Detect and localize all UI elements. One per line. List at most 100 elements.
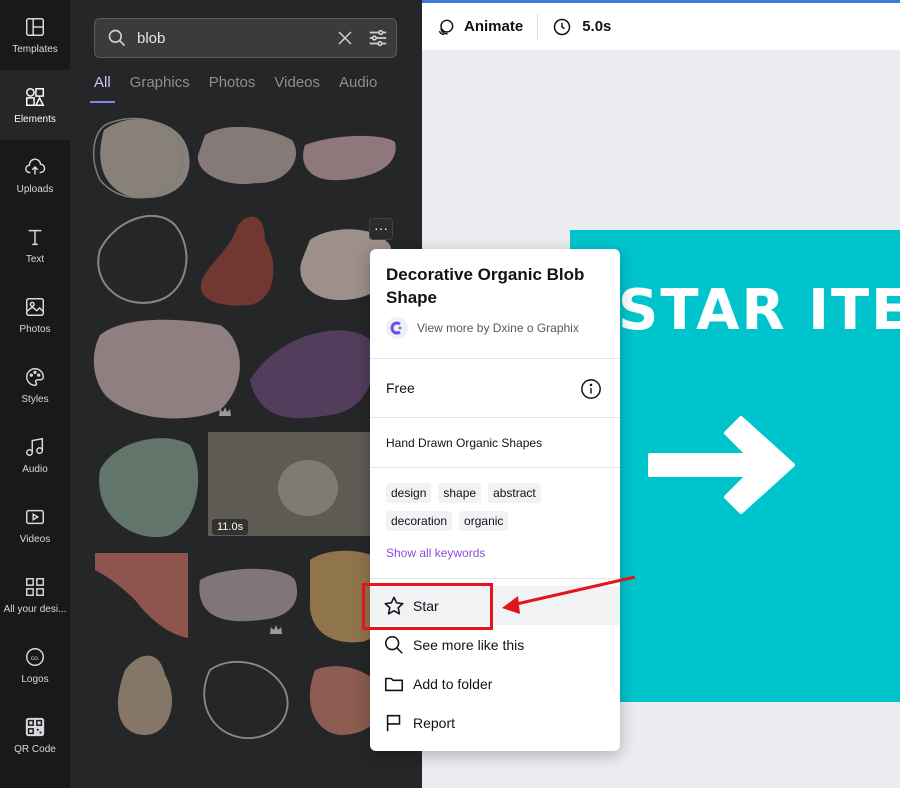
text-icon [28, 229, 42, 245]
blob-item[interactable] [95, 553, 188, 638]
blob-item[interactable] [250, 330, 374, 419]
uploads-icon [25, 157, 46, 174]
qr-code-icon [25, 717, 45, 736]
styles-icon [26, 367, 44, 386]
avatar [386, 317, 408, 339]
menu-item-see-more[interactable]: See more like this [370, 625, 620, 664]
rail-item-text[interactable]: Text [0, 210, 70, 280]
rail-item-elements[interactable]: Elements [0, 70, 70, 140]
rail-label: Uploads [16, 183, 54, 195]
rail-item-audio[interactable]: Audio [0, 420, 70, 490]
menu-item-label: Report [413, 714, 456, 731]
element-title: Decorative Organic Blob Shape [386, 265, 585, 307]
author-link[interactable]: View more by Dxine o Graphix [386, 317, 579, 339]
rail-item-templates[interactable]: Templates [0, 0, 70, 70]
tab-graphics[interactable]: Graphics [130, 74, 190, 103]
rail-label: Photos [19, 323, 51, 335]
rail-item-qr-code[interactable]: QR Code [0, 700, 70, 770]
license-label: Free [386, 380, 415, 396]
creator-logo-icon [390, 321, 402, 335]
divider [370, 417, 620, 418]
keyword-tag[interactable]: design [386, 483, 432, 503]
rail-item-photos[interactable]: Photos [0, 280, 70, 350]
audio-icon [26, 437, 44, 456]
blob-item[interactable] [203, 661, 289, 739]
rail-label: Videos [19, 533, 51, 545]
blob-item[interactable] [93, 319, 240, 419]
clock-icon [553, 18, 571, 35]
rail-item-all-designs[interactable]: All your desi... [0, 560, 70, 630]
search-icon [108, 29, 126, 47]
tab-videos[interactable]: Videos [274, 74, 320, 103]
filter-icon[interactable] [367, 27, 389, 49]
rail-label: Styles [21, 393, 49, 405]
logos-icon: co. [26, 647, 44, 666]
rail-item-videos[interactable]: Videos [0, 490, 70, 560]
rail-item-uploads[interactable]: Uploads [0, 140, 70, 210]
svg-text:co.: co. [31, 654, 40, 661]
info-icon[interactable] [580, 378, 602, 400]
elements-icon [26, 87, 45, 106]
keyword-tag[interactable]: organic [459, 511, 509, 531]
keyword-tag[interactable]: abstract [488, 483, 541, 503]
rail-label: Elements [14, 113, 56, 125]
search-box [94, 18, 397, 58]
tab-all[interactable]: All [90, 74, 115, 103]
tab-audio[interactable]: Audio [339, 74, 377, 103]
highlight-box [362, 583, 493, 630]
premium-crown-icon [219, 407, 231, 416]
all-designs-icon [26, 577, 44, 596]
arrow-right-graphic[interactable] [648, 415, 798, 515]
rail-label: Text [25, 253, 45, 265]
toolbar-divider [537, 13, 539, 40]
rail-item-logos[interactable]: co. Logos [0, 630, 70, 700]
duration-button[interactable]: 5.0s [552, 17, 611, 37]
animate-icon [438, 19, 454, 35]
keyword-tag[interactable]: shape [438, 483, 482, 503]
rail-label: All your desi... [3, 603, 67, 615]
video-duration-badge: 11.0s [212, 519, 249, 535]
blob-item[interactable] [99, 438, 199, 538]
blob-item[interactable] [200, 216, 274, 306]
search-input[interactable] [137, 27, 317, 49]
rail-label: QR Code [14, 743, 56, 755]
rail-item-styles[interactable]: Styles [0, 350, 70, 420]
divider [370, 358, 620, 359]
design-title-text[interactable]: STAR ITE [618, 278, 900, 343]
annotation-arrow [502, 575, 636, 614]
blob-item[interactable] [117, 655, 173, 735]
keyword-tag[interactable]: decoration [386, 511, 453, 531]
blob-item[interactable] [197, 126, 297, 185]
videos-icon [26, 509, 44, 524]
blob-item[interactable] [97, 215, 188, 304]
menu-item-label: See more like this [413, 636, 525, 653]
duration-label: 5.0s [582, 18, 612, 35]
folder-icon [384, 677, 404, 691]
tab-photos[interactable]: Photos [209, 74, 256, 103]
more-options-button[interactable]: ··· [369, 218, 393, 240]
keyword-list: design shape abstract decoration organic [386, 483, 608, 531]
content-tabs: All Graphics Photos Videos Audio [90, 74, 396, 103]
blob-item[interactable] [199, 568, 298, 622]
author-text: View more by Dxine o Graphix [417, 321, 579, 335]
animate-button[interactable]: Animate [436, 17, 523, 37]
top-toolbar: Animate 5.0s [422, 0, 900, 50]
photos-icon [26, 297, 44, 316]
rail-label: Audio [22, 463, 48, 475]
collection-link[interactable]: Hand Drawn Organic Shapes [386, 436, 542, 450]
clear-search-icon[interactable] [336, 29, 354, 47]
show-all-keywords-link[interactable]: Show all keywords [386, 546, 485, 560]
element-info-popup: Decorative Organic Blob Shape View more … [370, 249, 620, 751]
blob-item[interactable] [303, 135, 396, 181]
premium-crown-icon [270, 625, 282, 634]
blob-item[interactable] [100, 119, 190, 199]
menu-item-report[interactable]: Report [370, 703, 620, 742]
search-icon [384, 635, 403, 654]
templates-icon [26, 17, 44, 36]
blob-item [278, 460, 338, 516]
menu-item-add-to-folder[interactable]: Add to folder [370, 664, 620, 703]
flag-icon [386, 714, 401, 731]
menu-item-label: Add to folder [413, 675, 493, 692]
animate-label: Animate [464, 18, 524, 35]
rail-label: Logos [21, 673, 49, 685]
